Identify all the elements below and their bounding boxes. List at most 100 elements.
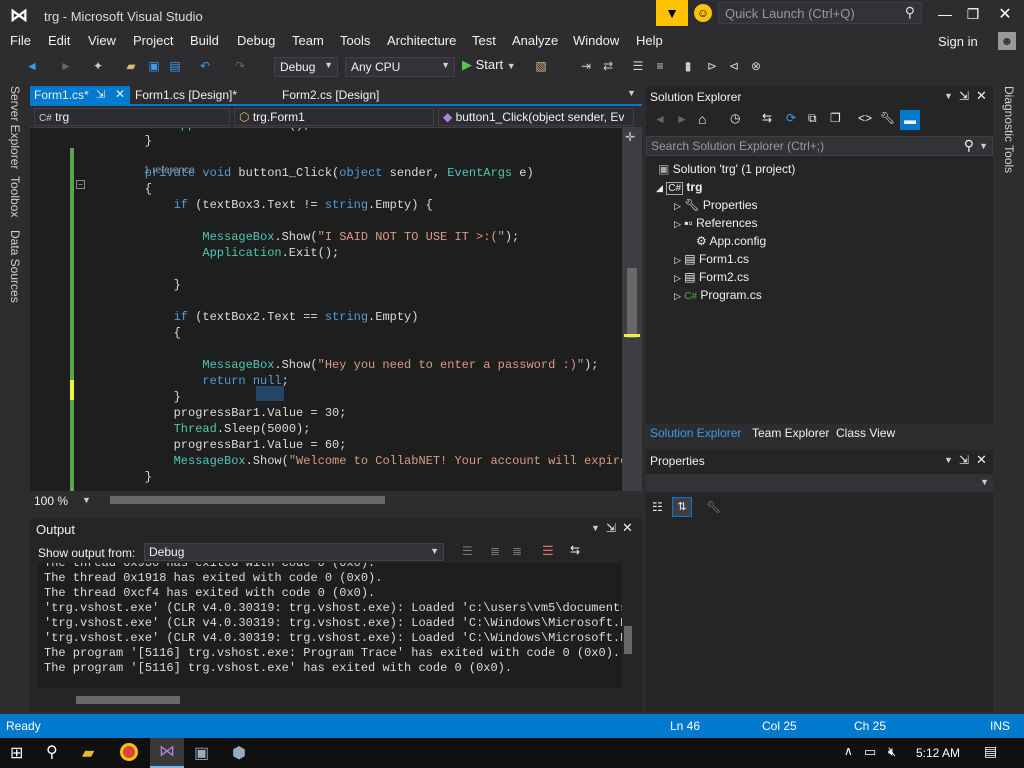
categorized-icon[interactable]: ☷ xyxy=(652,500,663,514)
pin-icon[interactable]: ⇲ xyxy=(96,88,105,101)
visual-studio-taskbar-icon[interactable]: ⋈ xyxy=(150,738,184,768)
menu-test[interactable]: Test xyxy=(472,33,496,48)
home-icon[interactable]: ⌂ xyxy=(698,111,706,127)
volume-icon[interactable]: 🔇︎ xyxy=(888,744,896,760)
find-icon[interactable]: ☰ xyxy=(462,544,473,558)
sync-icon[interactable]: ⇆ xyxy=(762,111,772,125)
tab-overflow-icon[interactable]: ▼ xyxy=(627,88,636,98)
bookmark-next-icon[interactable]: ⊳ xyxy=(704,58,720,74)
menu-tools[interactable]: Tools xyxy=(340,33,370,48)
step-over-icon[interactable]: ⇄ xyxy=(600,58,616,74)
menu-edit[interactable]: Edit xyxy=(48,33,70,48)
solution-search-input[interactable]: Search Solution Explorer (Ctrl+;) ⚲ ▼ xyxy=(646,136,993,156)
pin-icon[interactable]: ⇲ xyxy=(606,521,616,535)
menu-project[interactable]: Project xyxy=(133,33,173,48)
scroll-thumb[interactable] xyxy=(627,268,637,338)
platform-dropdown[interactable]: Any CPU ▼ xyxy=(345,57,455,77)
maximize-button[interactable]: ❐ xyxy=(963,6,983,23)
smiley-icon[interactable]: ☺ xyxy=(694,4,712,22)
clock[interactable]: 5:12 AM xyxy=(916,746,960,760)
editor-vertical-scrollbar[interactable]: ✛ xyxy=(622,128,642,491)
bookmark-clear-icon[interactable]: ⊗ xyxy=(748,58,764,74)
view-code-icon[interactable]: <> xyxy=(858,111,872,125)
menu-file[interactable]: File xyxy=(10,33,31,48)
save-all-icon[interactable]: ▤ xyxy=(167,58,183,74)
chevron-down-icon[interactable]: ▼ xyxy=(944,455,953,465)
properties-object-dropdown[interactable]: ▼ xyxy=(646,474,993,492)
tab-class-view[interactable]: Class View xyxy=(836,426,895,440)
tab-form2-design[interactable]: Form2.cs [Design] xyxy=(278,86,398,105)
code-editor[interactable]: − 1 reference Application.Exit();}privat… xyxy=(30,128,622,491)
tab-form1-cs[interactable]: Form1.cs* ⇲ ✕ xyxy=(30,86,130,105)
close-icon[interactable]: ✕ xyxy=(622,520,633,536)
close-icon[interactable]: ✕ xyxy=(976,452,987,468)
back-icon[interactable]: ◄ xyxy=(24,58,40,74)
menu-help[interactable]: Help xyxy=(636,33,663,48)
tree-item-properties[interactable]: ▷ 🔧︎ Properties xyxy=(674,198,758,212)
menu-team[interactable]: Team xyxy=(292,33,324,48)
forward-icon[interactable]: ► xyxy=(676,112,688,126)
collapse-all-icon[interactable]: ⧉ xyxy=(808,111,817,126)
tray-chevron-icon[interactable]: ∧ xyxy=(844,744,853,758)
app-icon[interactable]: ⬢ xyxy=(232,743,246,763)
account-icon[interactable]: ☻ xyxy=(998,32,1016,50)
collapse-icon[interactable]: − xyxy=(76,180,85,189)
history-icon[interactable]: ◷ xyxy=(730,111,740,125)
chrome-icon[interactable] xyxy=(120,743,138,761)
tree-item-program[interactable]: ▷ C# Program.cs xyxy=(674,288,762,302)
split-icon[interactable]: ✛ xyxy=(625,130,635,144)
class-dropdown[interactable]: ⬡ trg.Form1 xyxy=(234,108,434,126)
zoom-level[interactable]: 100 % xyxy=(34,494,68,508)
quick-launch-input[interactable]: Quick Launch (Ctrl+Q) ⚲ xyxy=(718,2,922,24)
tab-team-explorer[interactable]: Team Explorer xyxy=(752,426,829,440)
word-wrap-icon[interactable]: ⇆ xyxy=(570,543,580,557)
comment-icon[interactable]: ☰ xyxy=(630,58,646,74)
menu-window[interactable]: Window xyxy=(573,33,619,48)
tree-item-form1[interactable]: ▷ ▤ Form1.cs xyxy=(674,252,749,266)
alphabetical-icon[interactable]: ⇅ xyxy=(672,497,692,517)
project-dropdown[interactable]: C# trg xyxy=(34,108,230,126)
show-all-files-icon[interactable]: ❐ xyxy=(830,111,841,125)
close-icon[interactable]: ✕ xyxy=(976,88,987,104)
chevron-down-icon[interactable]: ▼ xyxy=(82,495,91,505)
horizontal-scroll-thumb[interactable] xyxy=(110,496,385,504)
toolbox-tab[interactable]: Toolbox xyxy=(8,176,22,217)
member-dropdown[interactable]: ◆ button1_Click(object sender, Ev xyxy=(438,108,634,126)
output-text-area[interactable]: The thread 0x930 has exited with code 0 … xyxy=(38,563,622,688)
config-dropdown[interactable]: Debug ▼ xyxy=(274,57,338,77)
output-horizontal-scroll-thumb[interactable] xyxy=(76,696,180,704)
new-project-icon[interactable]: ✦ xyxy=(90,58,106,74)
undo-icon[interactable]: ↶ xyxy=(197,58,213,74)
server-explorer-tab[interactable]: Server Explorer xyxy=(8,86,22,169)
file-explorer-icon[interactable]: ▰ xyxy=(82,743,94,763)
app-window-icon[interactable]: ▣ xyxy=(194,743,209,763)
preview-icon[interactable]: ▬ xyxy=(900,110,920,130)
uncomment-icon[interactable]: ≡ xyxy=(652,58,668,74)
refresh-icon[interactable]: ⟳ xyxy=(786,111,796,125)
feedback-icon[interactable]: ▼ xyxy=(656,0,688,26)
data-sources-tab[interactable]: Data Sources xyxy=(8,230,22,303)
chevron-down-icon[interactable]: ▼ xyxy=(944,91,953,101)
project-node[interactable]: ◢ C# trg xyxy=(656,180,702,195)
windows-start-icon[interactable]: ⊞ xyxy=(10,743,23,763)
network-icon[interactable]: ▭ xyxy=(864,744,876,760)
browser-link-icon[interactable]: ▧ xyxy=(533,58,549,74)
sign-in-link[interactable]: Sign in xyxy=(938,34,978,49)
pin-icon[interactable]: ⇲ xyxy=(959,89,969,103)
minimize-button[interactable]: — xyxy=(935,6,955,22)
tree-item-form2[interactable]: ▷ ▤ Form2.cs xyxy=(674,270,749,284)
output-vertical-scroll-thumb[interactable] xyxy=(624,626,632,654)
chevron-down-icon[interactable]: ▼ xyxy=(591,523,600,533)
property-pages-icon[interactable]: 🔧︎ xyxy=(706,500,721,514)
solution-node[interactable]: ▣ Solution 'trg' (1 project) xyxy=(658,162,795,176)
tab-form1-design[interactable]: Form1.cs [Design]* xyxy=(131,86,271,105)
start-button[interactable]: ▶ Start ▼ xyxy=(462,57,516,77)
tree-item-references[interactable]: ▷ ▪▫ References xyxy=(674,216,758,230)
prev-message-icon[interactable]: ≣ xyxy=(490,544,500,558)
properties-icon[interactable]: 🔧︎ xyxy=(880,111,895,125)
close-icon[interactable]: ✕ xyxy=(115,87,125,101)
back-icon[interactable]: ◄ xyxy=(654,112,666,126)
tab-solution-explorer[interactable]: Solution Explorer xyxy=(650,426,741,440)
menu-view[interactable]: View xyxy=(88,33,116,48)
menu-debug[interactable]: Debug xyxy=(237,33,275,48)
